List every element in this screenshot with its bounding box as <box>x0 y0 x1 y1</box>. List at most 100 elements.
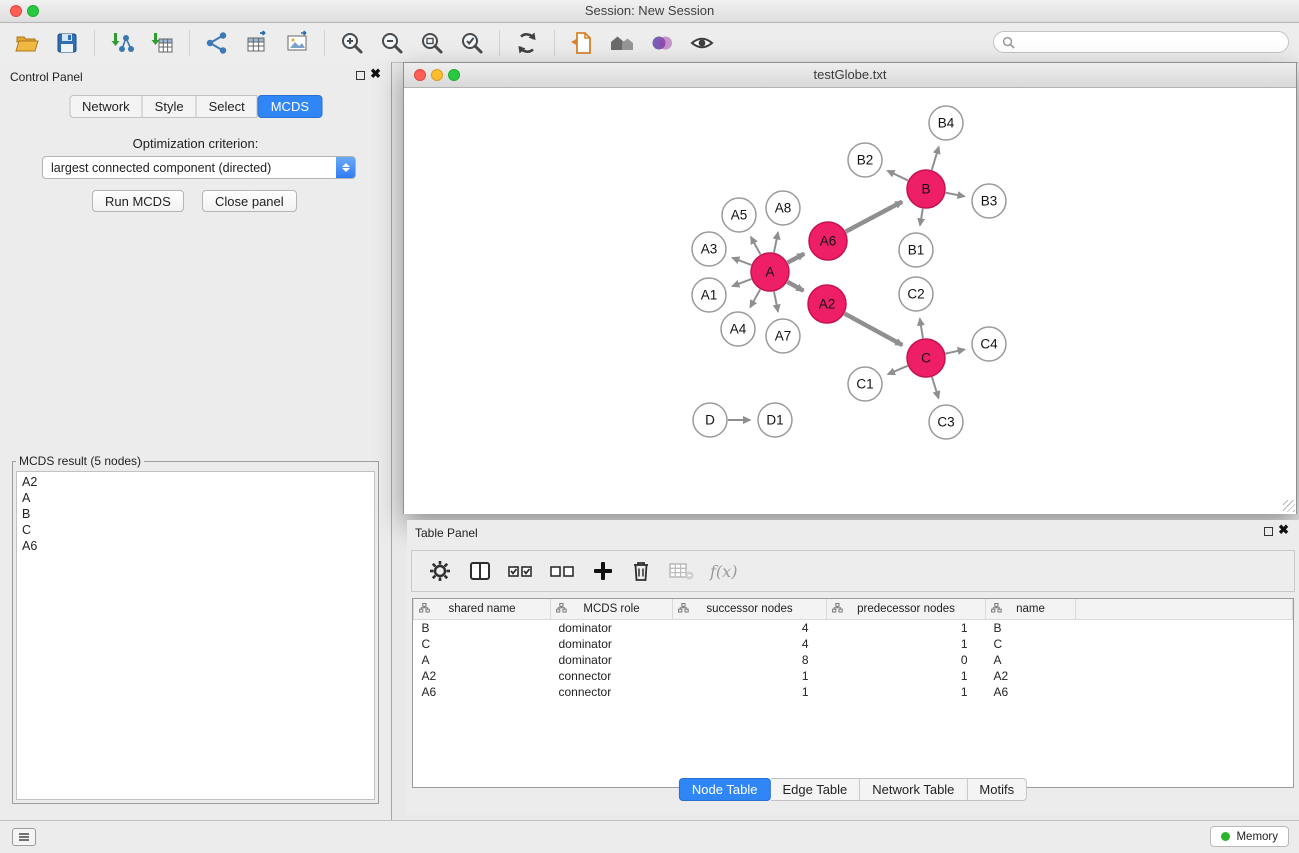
graph-edge-A2-C[interactable] <box>845 314 903 345</box>
zoom-fit-icon[interactable] <box>419 30 445 56</box>
cell-successor-nodes[interactable]: 4 <box>673 620 827 637</box>
graph-node-B1[interactable]: B1 <box>899 233 933 267</box>
graph-node-B[interactable]: B <box>907 170 945 208</box>
graph-node-C1[interactable]: C1 <box>848 367 882 401</box>
graph-edge-A-A8[interactable] <box>774 232 778 252</box>
search-input[interactable] <box>1020 34 1280 50</box>
control-tab-style[interactable]: Style <box>143 95 197 118</box>
new-network-icon[interactable] <box>204 30 230 56</box>
graph-node-B2[interactable]: B2 <box>848 143 882 177</box>
cell-name[interactable]: A <box>986 652 1076 668</box>
cell-shared-name[interactable]: A6 <box>414 684 551 700</box>
graph-node-C2[interactable]: C2 <box>899 277 933 311</box>
column-header-shared-name[interactable]: shared name <box>414 599 551 620</box>
cell-shared-name[interactable]: C <box>414 636 551 652</box>
graph-edge-B-B1[interactable] <box>920 209 923 226</box>
export-table-icon[interactable] <box>244 30 270 56</box>
deselect-all-columns-icon[interactable] <box>550 562 576 580</box>
save-session-icon[interactable] <box>54 30 80 56</box>
column-header-predecessor-nodes[interactable]: predecessor nodes <box>827 599 986 620</box>
delete-column-icon[interactable] <box>630 559 652 583</box>
control-tab-select[interactable]: Select <box>197 95 258 118</box>
window-resize-grip[interactable] <box>1283 500 1295 512</box>
table-tab-motifs[interactable]: Motifs <box>967 778 1027 801</box>
graph-edge-A-A4[interactable] <box>750 289 760 307</box>
network-canvas[interactable]: AA6A2BCA1A3A4A5A7A8B1B2B3B4C1C2C3C4DD1 <box>404 88 1296 514</box>
column-header-mcds-role[interactable]: MCDS role <box>551 599 673 620</box>
cell-predecessor-nodes[interactable]: 1 <box>827 620 986 637</box>
graph-node-A4[interactable]: A4 <box>721 312 755 346</box>
criterion-dropdown[interactable]: largest connected component (directed) <box>42 156 356 179</box>
graph-node-A6[interactable]: A6 <box>809 222 847 260</box>
cell-name[interactable]: C <box>986 636 1076 652</box>
graph-node-A5[interactable]: A5 <box>722 198 756 232</box>
graph-node-A1[interactable]: A1 <box>692 278 726 312</box>
open-document-icon[interactable] <box>569 30 595 56</box>
cell-successor-nodes[interactable]: 4 <box>673 636 827 652</box>
table-row[interactable]: A2connector11A2 <box>414 668 1293 684</box>
graph-node-B4[interactable]: B4 <box>929 106 963 140</box>
graph-edge-A-A1[interactable] <box>732 279 751 286</box>
control-tab-mcds[interactable]: MCDS <box>258 95 322 118</box>
open-session-icon[interactable] <box>14 30 40 56</box>
cell-mcds-role[interactable]: dominator <box>551 652 673 668</box>
import-table-icon[interactable] <box>149 30 175 56</box>
graph-node-C3[interactable]: C3 <box>929 405 963 439</box>
graph-edge-A-A6[interactable] <box>788 254 805 263</box>
style-icon[interactable] <box>649 30 675 56</box>
run-mcds-button[interactable]: Run MCDS <box>92 190 184 212</box>
graph-edge-C-C2[interactable] <box>920 319 923 339</box>
table-settings-icon[interactable] <box>428 559 452 583</box>
network-window-titlebar[interactable]: testGlobe.txt <box>404 63 1296 88</box>
graph-edge-A-A3[interactable] <box>732 258 751 265</box>
cell-shared-name[interactable]: A <box>414 652 551 668</box>
table-row[interactable]: Cdominator41C <box>414 636 1293 652</box>
cell-name[interactable]: B <box>986 620 1076 637</box>
function-builder-icon[interactable]: f(x) <box>710 562 737 581</box>
graph-edge-B-B4[interactable] <box>932 147 939 170</box>
graph-edge-A-A2[interactable] <box>787 282 803 291</box>
graph-node-C4[interactable]: C4 <box>972 327 1006 361</box>
table-tab-edge-table[interactable]: Edge Table <box>770 778 860 801</box>
cell-mcds-role[interactable]: connector <box>551 684 673 700</box>
column-header-successor-nodes[interactable]: successor nodes <box>673 599 827 620</box>
mcds-result-item[interactable]: B <box>17 506 374 522</box>
show-columns-icon[interactable] <box>468 559 492 583</box>
cell-predecessor-nodes[interactable]: 1 <box>827 636 986 652</box>
graph-edge-C-C4[interactable] <box>946 349 965 353</box>
export-image-icon[interactable] <box>284 30 310 56</box>
graph-edge-A-A5[interactable] <box>751 237 761 254</box>
graph-node-C[interactable]: C <box>907 339 945 377</box>
control-tab-network[interactable]: Network <box>69 95 143 118</box>
graph-edge-C-C1[interactable] <box>888 366 908 374</box>
cell-predecessor-nodes[interactable]: 0 <box>827 652 986 668</box>
graph-node-A3[interactable]: A3 <box>692 232 726 266</box>
graph-node-A8[interactable]: A8 <box>766 191 800 225</box>
graph-node-A2[interactable]: A2 <box>808 285 846 323</box>
table-row[interactable]: A6connector11A6 <box>414 684 1293 700</box>
cell-successor-nodes[interactable]: 1 <box>673 668 827 684</box>
close-panel-button[interactable]: Close panel <box>202 190 297 212</box>
close-panel-icon[interactable]: ✖ <box>370 67 381 81</box>
panel-menu-button[interactable] <box>12 828 36 846</box>
graph-node-A[interactable]: A <box>751 253 789 291</box>
graph-edge-B-B3[interactable] <box>946 193 965 197</box>
zoom-in-icon[interactable] <box>339 30 365 56</box>
delete-table-icon[interactable] <box>668 561 694 581</box>
mcds-result-item[interactable]: A6 <box>17 538 374 554</box>
column-header-name[interactable]: name <box>986 599 1076 620</box>
graph-edge-A6-B[interactable] <box>846 202 902 232</box>
mcds-result-item[interactable]: C <box>17 522 374 538</box>
cell-shared-name[interactable]: B <box>414 620 551 637</box>
cell-predecessor-nodes[interactable]: 1 <box>827 668 986 684</box>
create-column-icon[interactable] <box>592 560 614 582</box>
table-row[interactable]: Adominator80A <box>414 652 1293 668</box>
cell-name[interactable]: A6 <box>986 684 1076 700</box>
cell-mcds-role[interactable]: connector <box>551 668 673 684</box>
import-network-icon[interactable] <box>109 30 135 56</box>
graph-edge-B-B2[interactable] <box>888 171 908 181</box>
float-table-panel-icon[interactable] <box>1264 527 1273 536</box>
graph-node-B3[interactable]: B3 <box>972 184 1006 218</box>
cell-successor-nodes[interactable]: 8 <box>673 652 827 668</box>
table-tab-network-table[interactable]: Network Table <box>860 778 967 801</box>
